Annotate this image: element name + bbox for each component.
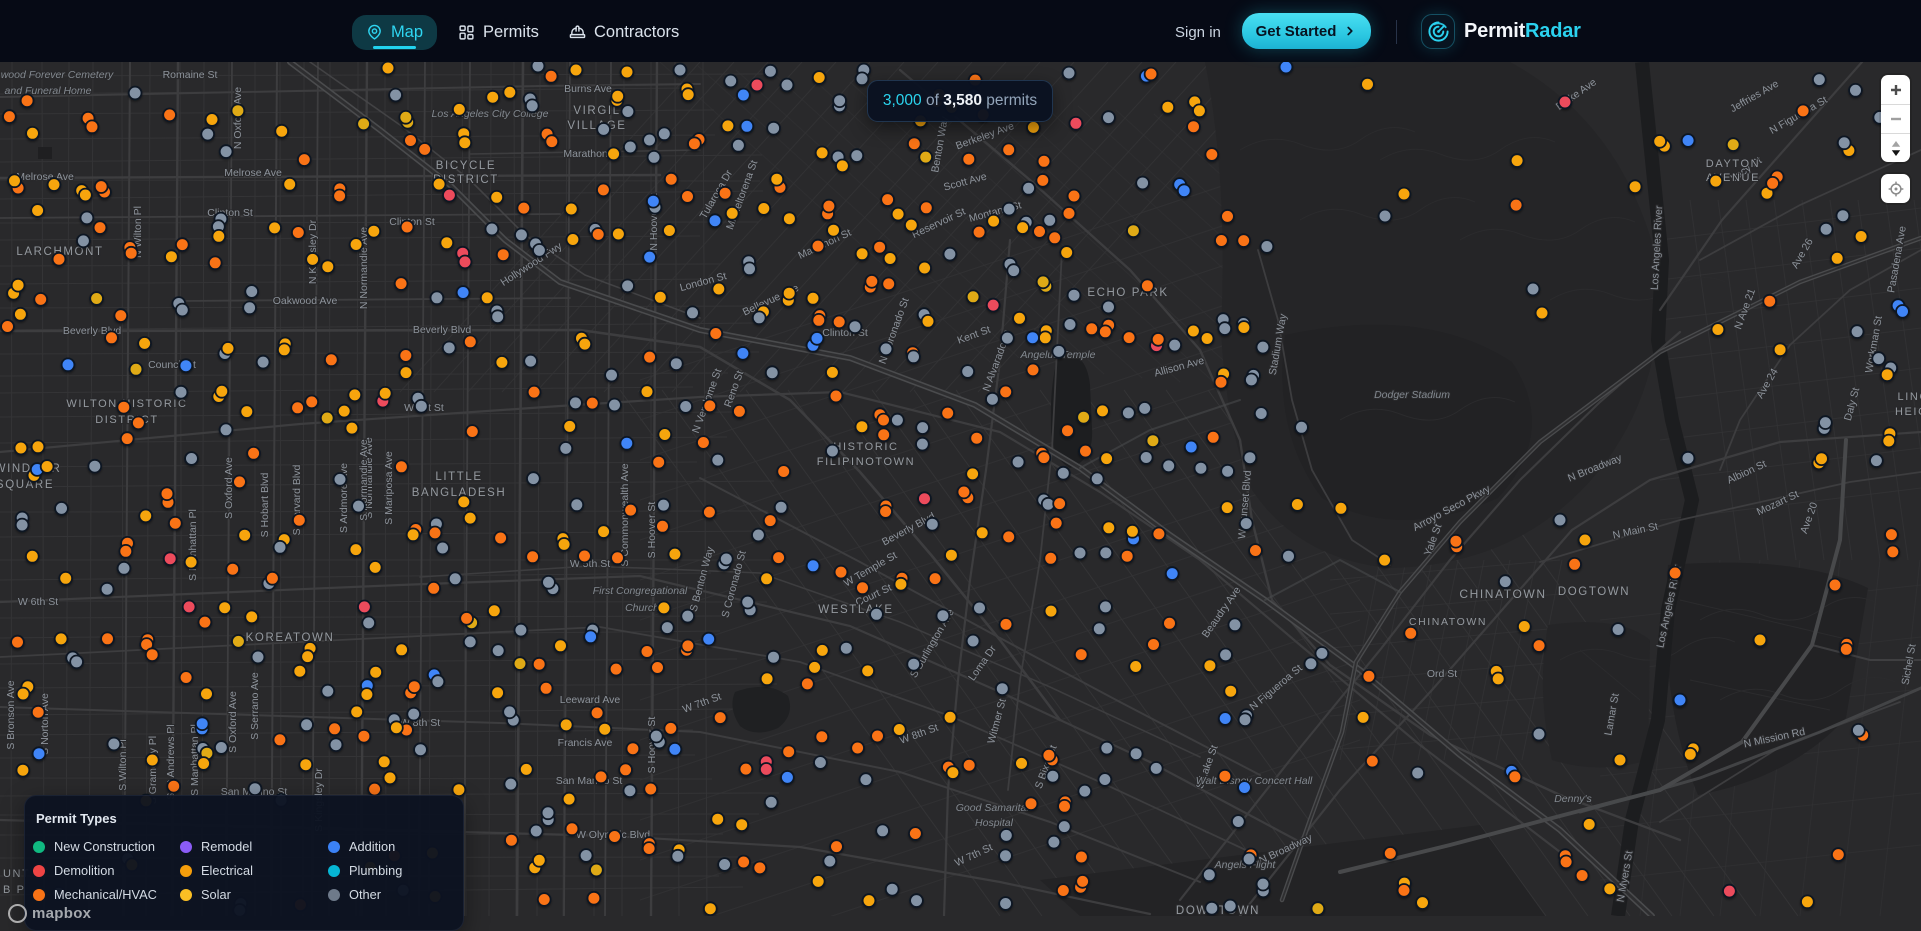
svg-text:DISTRICT: DISTRICT (95, 414, 159, 426)
svg-text:B P: B P (3, 884, 26, 896)
svg-text:Good Samaritan: Good Samaritan (956, 802, 1033, 814)
svg-text:S Mariposa Ave: S Mariposa Ave (383, 451, 395, 525)
svg-text:S Serrano Ave: S Serrano Ave (249, 672, 261, 740)
svg-text:HISTORIC: HISTORIC (833, 441, 898, 453)
svg-text:SQUARE: SQUARE (0, 479, 54, 491)
svg-text:Leeward Ave: Leeward Ave (560, 694, 621, 706)
svg-text:S Oxford Ave: S Oxford Ave (223, 457, 235, 519)
svg-text:Melrose Ave: Melrose Ave (224, 167, 282, 179)
svg-text:S Oxford Ave: S Oxford Ave (227, 691, 239, 753)
svg-text:Francis Ave: Francis Ave (558, 737, 613, 749)
svg-text:LINCOLN: LINCOLN (1898, 391, 1921, 403)
svg-text:Oakwood Ave: Oakwood Ave (273, 295, 338, 307)
svg-text:DAYTON: DAYTON (1706, 158, 1760, 170)
svg-text:Church: Church (625, 602, 659, 614)
svg-text:and Funeral Home: and Funeral Home (5, 85, 92, 97)
svg-text:S Norton Ave: S Norton Ave (39, 693, 51, 755)
svg-text:Walt Disney Concert Hall: Walt Disney Concert Hall (1196, 775, 1313, 787)
svg-text:Burns Ave: Burns Ave (564, 83, 612, 95)
svg-text:Melrose Ave: Melrose Ave (16, 171, 74, 183)
svg-text:Denny's: Denny's (1554, 793, 1592, 805)
svg-text:DOGTOWN: DOGTOWN (1558, 586, 1630, 598)
svg-text:Beverly Blvd: Beverly Blvd (413, 324, 472, 336)
svg-text:N Kingsley Dr: N Kingsley Dr (307, 219, 319, 284)
svg-text:W 6th St: W 6th St (18, 596, 58, 608)
svg-text:Ord St: Ord St (1427, 668, 1457, 680)
svg-text:S Bronson Ave: S Bronson Ave (5, 680, 17, 749)
svg-text:Romaine St: Romaine St (163, 69, 218, 81)
svg-text:KOREATOWN: KOREATOWN (246, 632, 335, 644)
svg-text:San Marino St: San Marino St (556, 775, 623, 787)
svg-text:Dodger Stadium: Dodger Stadium (1374, 389, 1450, 401)
svg-text:CHINATOWN: CHINATOWN (1409, 616, 1487, 628)
svg-text:wood Forever Cemetery: wood Forever Cemetery (1, 69, 114, 81)
svg-text:S Gramercy Pl: S Gramercy Pl (147, 736, 159, 804)
svg-text:CHINATOWN: CHINATOWN (1459, 587, 1546, 601)
svg-text:Hospital: Hospital (975, 817, 1014, 829)
svg-text:HEIGHTS: HEIGHTS (1895, 406, 1921, 418)
svg-text:ECHO PARK: ECHO PARK (1087, 287, 1168, 299)
svg-text:LITTLE: LITTLE (435, 471, 482, 483)
svg-text:First Congregational: First Congregational (593, 585, 688, 597)
svg-text:BICYCLE: BICYCLE (436, 160, 496, 172)
svg-text:S Hobart Blvd: S Hobart Blvd (259, 472, 271, 537)
svg-text:S Manhattan Pl: S Manhattan Pl (187, 509, 199, 581)
